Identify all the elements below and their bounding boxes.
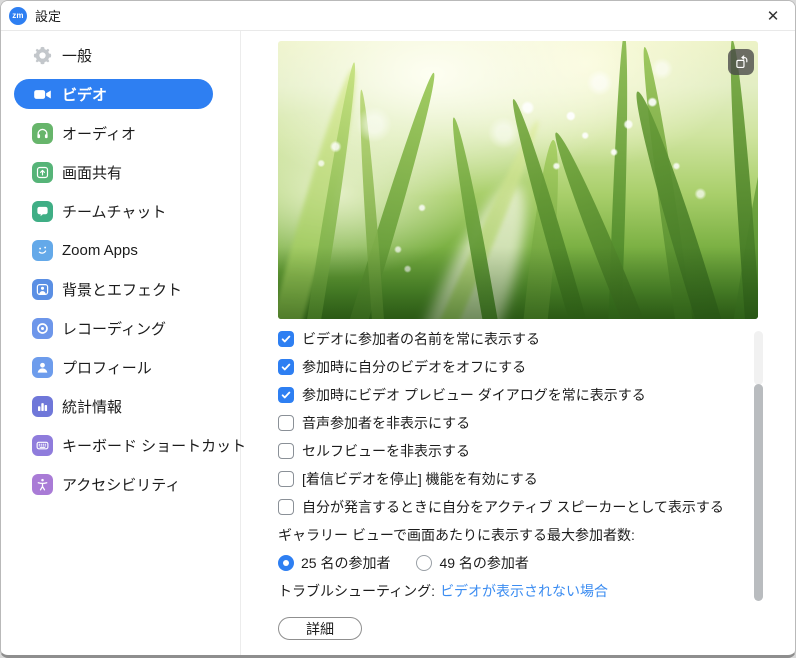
- headphones-icon: [32, 123, 53, 144]
- checkbox-label: 参加時にビデオ プレビュー ダイアログを常に表示する: [302, 385, 646, 405]
- checkbox-label: [着信ビデオを停止] 機能を有効にする: [302, 469, 538, 489]
- sidebar-item-label: アクセシビリティ: [62, 474, 180, 495]
- checkbox-label: 音声参加者を非表示にする: [302, 413, 470, 433]
- video-options-list: ビデオに参加者の名前を常に表示する 参加時に自分のビデオをオフにする 参加時にビ…: [278, 325, 795, 521]
- sidebar-item-headphones[interactable]: オーディオ: [14, 118, 213, 148]
- checkbox-label: ビデオに参加者の名前を常に表示する: [302, 329, 540, 349]
- sidebar-item-label: 画面共有: [62, 162, 122, 183]
- main-area: 一般 ビデオ オーディオ 画面共有 チームチャット Zoom Apps 背景とエ…: [1, 31, 795, 655]
- stats-icon: [32, 396, 53, 417]
- profile-icon: [32, 357, 53, 378]
- troubleshooting-label: トラブルシューティング:: [278, 581, 435, 601]
- sidebar-item-record[interactable]: レコーディング: [14, 313, 213, 343]
- checkbox-unchecked[interactable]: [278, 415, 294, 431]
- window-title: 設定: [35, 6, 61, 25]
- sidebar-item-chat[interactable]: チームチャット: [14, 196, 213, 226]
- title-bar: zm 設定 ✕: [1, 1, 795, 31]
- checkbox-label: 自分が発言するときに自分をアクティブ スピーカーとして表示する: [302, 497, 724, 517]
- sidebar-item-keyboard[interactable]: キーボード ショートカット: [14, 430, 213, 460]
- video-option-2[interactable]: 参加時に自分のビデオをオフにする: [278, 353, 795, 381]
- rotate-video-button[interactable]: [728, 49, 754, 75]
- zoom-app-icon: zm: [9, 7, 27, 25]
- sidebar-item-label: 背景とエフェクト: [62, 279, 182, 300]
- accessibility-icon: [32, 474, 53, 495]
- background-effects-icon: [32, 279, 53, 300]
- sidebar-item-label: 一般: [62, 45, 92, 66]
- apps-icon: [32, 240, 53, 261]
- checkbox-label: 参加時に自分のビデオをオフにする: [302, 357, 526, 377]
- bottom-shade-overlay: [278, 41, 758, 319]
- sidebar-item-label: Zoom Apps: [62, 242, 138, 259]
- radio-option-1[interactable]: 25 名の参加者: [278, 553, 390, 573]
- video-option-1[interactable]: ビデオに参加者の名前を常に表示する: [278, 325, 795, 353]
- sidebar-item-screen-share[interactable]: 画面共有: [14, 157, 213, 187]
- checkbox-unchecked[interactable]: [278, 471, 294, 487]
- scrollbar-track[interactable]: [754, 331, 763, 385]
- video-settings-panel: ビデオに参加者の名前を常に表示する 参加時に自分のビデオをオフにする 参加時にビ…: [241, 31, 795, 655]
- max-participants-radio-group: 25 名の参加者 49 名の参加者: [278, 549, 795, 577]
- gear-icon: [32, 45, 53, 66]
- troubleshooting-row: トラブルシューティング: ビデオが表示されない場合: [278, 577, 795, 605]
- sidebar-item-background-effects[interactable]: 背景とエフェクト: [14, 274, 213, 304]
- sidebar-item-profile[interactable]: プロフィール: [14, 352, 213, 382]
- video-option-7[interactable]: 自分が発言するときに自分をアクティブ スピーカーとして表示する: [278, 493, 795, 521]
- sidebar-item-apps[interactable]: Zoom Apps: [14, 235, 213, 265]
- settings-window: zm 設定 ✕ 一般 ビデオ オーディオ 画面共有 チームチャット Zoom A…: [0, 0, 796, 658]
- gallery-view-label: ギャラリー ビューで画面あたりに表示する最大参加者数:: [278, 521, 795, 549]
- checkbox-checked[interactable]: [278, 331, 294, 347]
- video-option-6[interactable]: [着信ビデオを停止] 機能を有効にする: [278, 465, 795, 493]
- video-camera-icon: [32, 84, 53, 105]
- radio-label: 49 名の参加者: [439, 553, 528, 573]
- video-option-5[interactable]: セルフビューを非表示する: [278, 437, 795, 465]
- checkbox-unchecked[interactable]: [278, 499, 294, 515]
- sidebar-item-gear[interactable]: 一般: [14, 40, 213, 70]
- sidebar-item-video-camera[interactable]: ビデオ: [14, 79, 213, 109]
- video-preview: [278, 41, 758, 319]
- radio-selected[interactable]: [278, 555, 294, 571]
- advanced-button[interactable]: 詳細: [278, 617, 362, 640]
- sidebar-item-label: キーボード ショートカット: [62, 435, 246, 456]
- sidebar-item-label: プロフィール: [62, 357, 152, 378]
- checkbox-checked[interactable]: [278, 359, 294, 375]
- video-option-3[interactable]: 参加時にビデオ プレビュー ダイアログを常に表示する: [278, 381, 795, 409]
- sidebar: 一般 ビデオ オーディオ 画面共有 チームチャット Zoom Apps 背景とエ…: [1, 31, 241, 655]
- video-option-4[interactable]: 音声参加者を非表示にする: [278, 409, 795, 437]
- sidebar-item-label: レコーディング: [62, 318, 166, 339]
- scrollbar-thumb[interactable]: [754, 384, 763, 601]
- sidebar-item-label: チームチャット: [62, 201, 166, 222]
- sidebar-item-label: ビデオ: [62, 84, 107, 105]
- checkbox-unchecked[interactable]: [278, 443, 294, 459]
- close-button[interactable]: ✕: [751, 1, 795, 31]
- sidebar-item-label: オーディオ: [62, 123, 136, 144]
- screen-share-icon: [32, 162, 53, 183]
- checkbox-checked[interactable]: [278, 387, 294, 403]
- keyboard-icon: [32, 435, 53, 456]
- checkbox-label: セルフビューを非表示する: [302, 441, 470, 461]
- radio-unselected[interactable]: [416, 555, 432, 571]
- radio-option-2[interactable]: 49 名の参加者: [416, 553, 528, 573]
- radio-label: 25 名の参加者: [301, 553, 390, 573]
- troubleshooting-link[interactable]: ビデオが表示されない場合: [440, 581, 608, 601]
- sidebar-item-accessibility[interactable]: アクセシビリティ: [14, 469, 213, 499]
- rotate-icon: [733, 54, 750, 71]
- sidebar-item-stats[interactable]: 統計情報: [14, 391, 213, 421]
- record-icon: [32, 318, 53, 339]
- chat-icon: [32, 201, 53, 222]
- sidebar-item-label: 統計情報: [62, 396, 122, 417]
